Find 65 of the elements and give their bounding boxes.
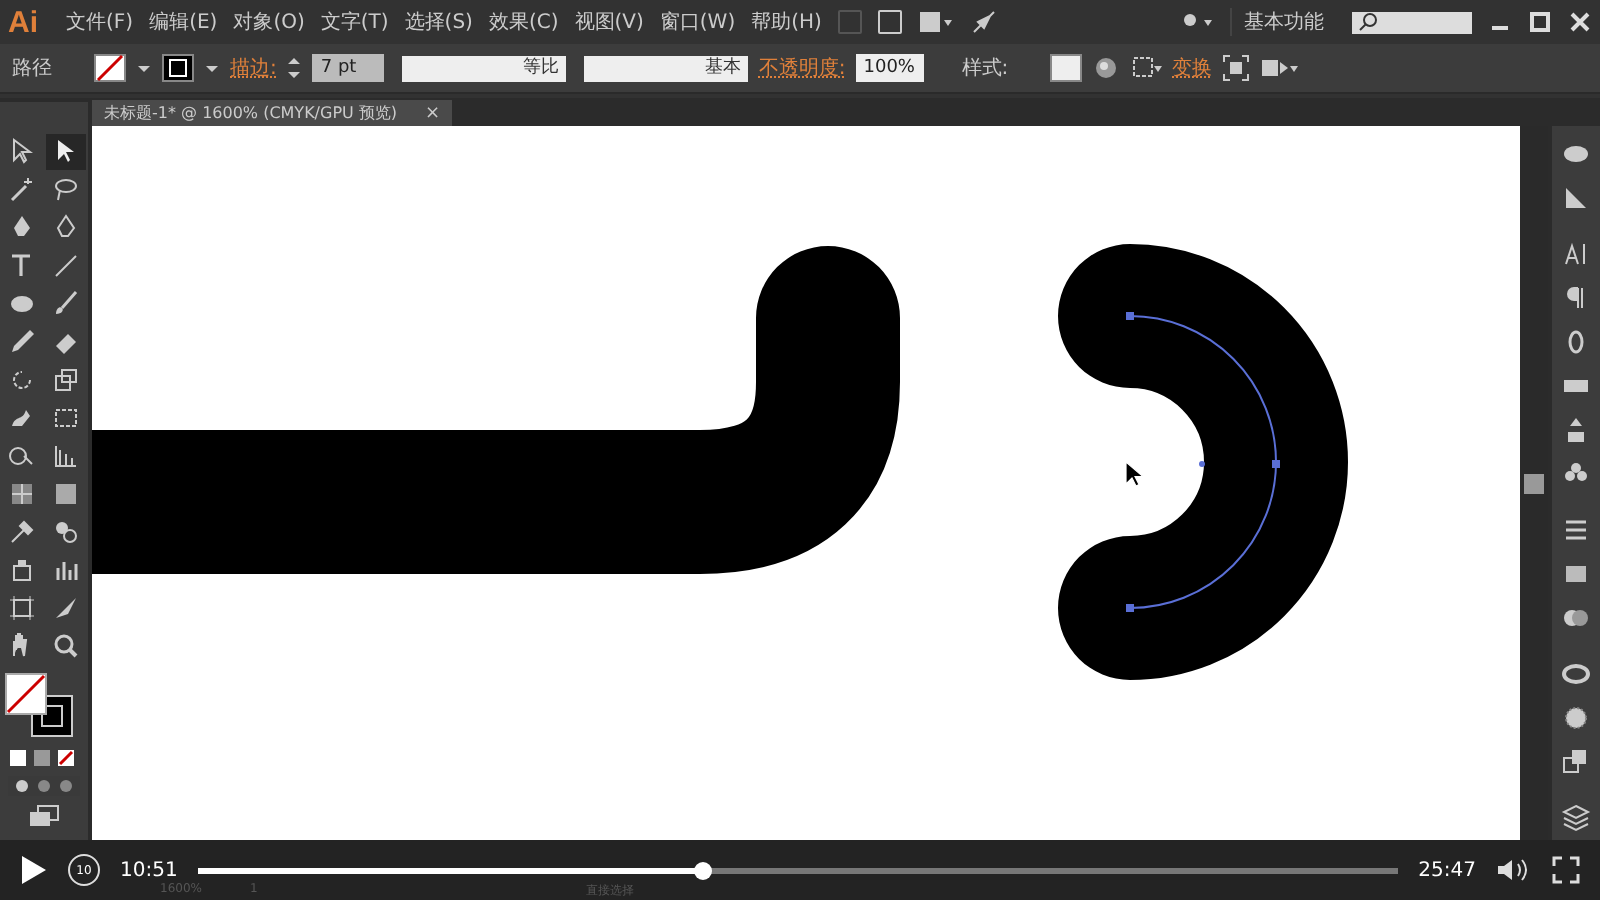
selected-path[interactable] xyxy=(1126,312,1280,612)
stroke-link[interactable]: 描边: xyxy=(230,54,277,82)
arrange-icon[interactable] xyxy=(1260,54,1301,82)
zoom-icon[interactable] xyxy=(50,630,82,662)
scrollbar[interactable] xyxy=(1520,126,1548,840)
brush-dropdown[interactable]: 基本 xyxy=(584,55,749,81)
spinner-icon[interactable] xyxy=(286,54,303,82)
menu-item[interactable]: 视图(V) xyxy=(574,8,644,36)
elapsed-time: 10:51 xyxy=(120,859,178,881)
profile-dropdown[interactable]: 等比 xyxy=(402,55,567,81)
menu-item[interactable]: 编辑(E) xyxy=(149,8,218,36)
rocket-icon[interactable] xyxy=(969,10,998,34)
opacity-link[interactable]: 不透明度: xyxy=(758,54,846,82)
export-icon[interactable] xyxy=(1560,746,1592,778)
screen-mode-icon[interactable] xyxy=(28,804,60,828)
mesh-icon[interactable] xyxy=(6,478,38,510)
scroll-thumb[interactable] xyxy=(1524,474,1544,494)
brush-icon[interactable] xyxy=(50,288,82,320)
menu-item[interactable]: 文件(F) xyxy=(66,8,134,36)
style-label: 样式: xyxy=(961,55,1009,82)
workspace-switcher[interactable]: 基本功能 xyxy=(1230,8,1336,36)
magic-wand-icon[interactable] xyxy=(6,174,38,206)
globe-icon[interactable] xyxy=(1092,54,1121,82)
line-icon[interactable] xyxy=(50,250,82,282)
perspective-grid-icon[interactable] xyxy=(50,440,82,472)
search-field[interactable] xyxy=(1352,11,1472,33)
fill-none-swatch[interactable] xyxy=(94,54,126,82)
lasso-icon[interactable] xyxy=(50,174,82,206)
isolate-icon[interactable] xyxy=(1222,54,1251,82)
pencil-icon[interactable] xyxy=(6,326,38,358)
search-icon xyxy=(1358,12,1378,32)
object-type-label: 路径 xyxy=(12,56,52,82)
duration-time: 25:47 xyxy=(1418,859,1476,881)
fullscreen-icon[interactable] xyxy=(1552,856,1580,884)
seek-bar[interactable] xyxy=(197,867,1399,873)
menu-item[interactable]: 帮助(H) xyxy=(751,8,822,36)
app-logo: Ai xyxy=(8,5,38,39)
seek-handle[interactable] xyxy=(693,861,712,879)
eyedropper-icon[interactable] xyxy=(6,516,38,548)
maximize-icon[interactable] xyxy=(1528,10,1552,34)
menu-item[interactable]: 窗口(W) xyxy=(659,8,736,36)
volume-icon[interactable] xyxy=(1496,856,1532,884)
sunburst-icon[interactable] xyxy=(1560,702,1592,734)
close-tab-button[interactable]: × xyxy=(425,103,441,123)
play-icon[interactable] xyxy=(20,854,48,886)
menu-item[interactable]: 文字(T) xyxy=(320,8,389,36)
artboard-icon[interactable] xyxy=(6,592,38,624)
menu-item[interactable]: 选择(S) xyxy=(404,8,473,36)
layout-icon[interactable] xyxy=(917,10,954,34)
stroke-swatch[interactable] xyxy=(162,54,194,82)
align-icon[interactable] xyxy=(1130,54,1163,82)
menu-item[interactable]: 对象(O) xyxy=(233,8,305,36)
close-icon[interactable] xyxy=(1568,10,1592,34)
style-swatch[interactable] xyxy=(1050,54,1083,82)
menu-item[interactable]: 效果(C) xyxy=(488,8,559,36)
document-tab[interactable]: 未标题-1* @ 1600% (CMYK/GPU 预览) × xyxy=(92,100,453,126)
blend-icon[interactable] xyxy=(50,516,82,548)
stroke-weight-field[interactable]: 7 pt xyxy=(312,54,385,82)
cursor-icon xyxy=(1125,460,1145,487)
transform-link[interactable]: 变换 xyxy=(1172,54,1213,82)
document-title: 未标题-1* @ 1600% (CMYK/GPU 预览) xyxy=(104,102,398,124)
scale-icon[interactable] xyxy=(50,364,82,396)
layers-icon[interactable] xyxy=(1560,802,1592,834)
gradient-ramp-icon[interactable] xyxy=(1560,182,1592,214)
opacity-field[interactable]: 100% xyxy=(855,54,924,82)
